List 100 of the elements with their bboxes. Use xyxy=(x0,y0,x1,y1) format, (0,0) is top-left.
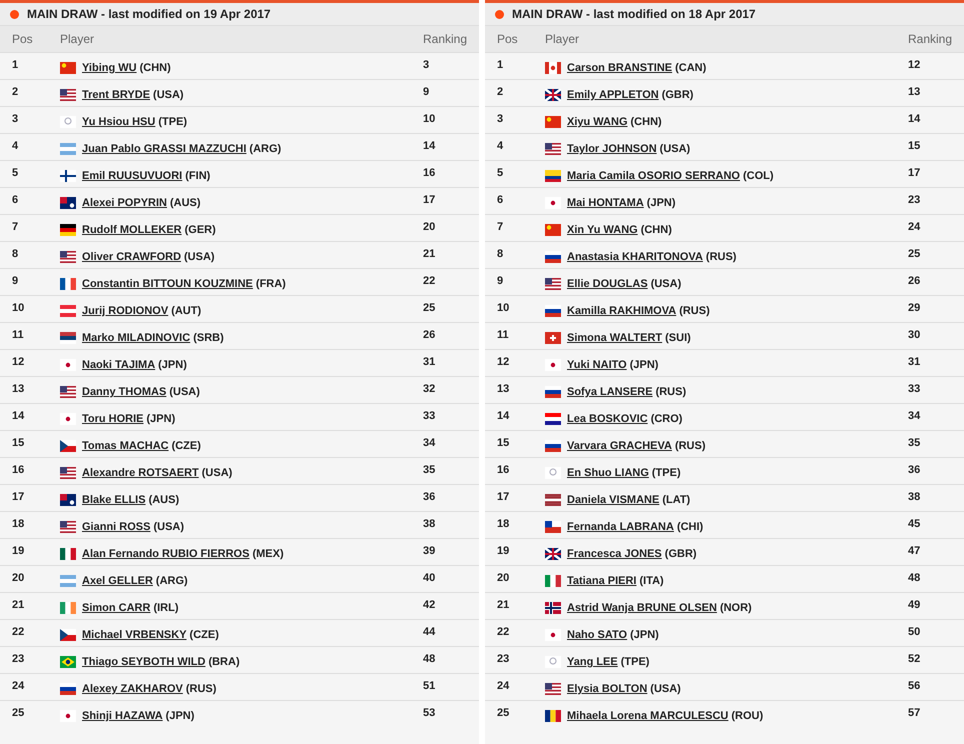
country-code: (JPN) xyxy=(166,710,194,722)
position-cell-text: 8 xyxy=(497,247,504,260)
panel-title: MAIN DRAW - last modified on 18 Apr 2017 xyxy=(512,7,756,21)
ranking-cell-text: 47 xyxy=(908,544,922,557)
player-link[interactable]: Emil RUUSUVUORI xyxy=(82,170,182,182)
player-link[interactable]: Sofya LANSERE xyxy=(567,386,653,398)
ranking-cell-text: 40 xyxy=(423,571,436,584)
country-code: (RUS) xyxy=(674,440,706,452)
ranking-cell-text: 38 xyxy=(908,490,922,503)
player-link[interactable]: Simona WALTERT xyxy=(567,332,662,344)
player-link[interactable]: Daniela VISMANE xyxy=(567,494,660,506)
ranking-cell-text: 14 xyxy=(908,112,922,125)
player-link[interactable]: Oliver CRAWFORD xyxy=(82,251,182,263)
player-link[interactable]: Alan Fernando RUBIO FIERROS xyxy=(82,548,250,560)
player-link[interactable]: Alexandre ROTSAERT xyxy=(82,467,199,479)
country-code: (TPE) xyxy=(620,656,650,668)
ranking-cell-text: 51 xyxy=(423,679,436,692)
ranking-cell-text: 50 xyxy=(908,625,922,638)
ranking-cell-text: 48 xyxy=(423,652,436,665)
player-link[interactable]: Tomas MACHAC xyxy=(82,440,169,452)
player-link[interactable]: Naoki TAJIMA xyxy=(82,359,156,371)
country-code: (FRA) xyxy=(256,278,286,290)
country-code: (GBR) xyxy=(662,89,694,101)
ranking-cell-text: 21 xyxy=(423,247,436,260)
ranking-cell-text: 33 xyxy=(908,382,922,395)
position-cell-text: 18 xyxy=(497,517,510,530)
player-link[interactable]: Yibing WU xyxy=(82,62,137,74)
ranking-cell-text: 16 xyxy=(423,166,436,179)
position-cell-text: 21 xyxy=(497,598,510,611)
position-cell-text: 14 xyxy=(12,409,26,422)
player-link[interactable]: Axel GELLER xyxy=(82,575,153,587)
player-link[interactable]: Carson BRANSTINE xyxy=(567,62,672,74)
ranking-cell-text: 10 xyxy=(423,112,436,125)
country-code: (AUS) xyxy=(170,197,201,209)
country-code: (TPE) xyxy=(652,467,681,479)
player-link[interactable]: Mai HONTAMA xyxy=(567,197,644,209)
player-link[interactable]: Alexei POPYRIN xyxy=(82,197,167,209)
player-link[interactable]: Varvara GRACHEVA xyxy=(567,440,672,452)
player-link[interactable]: Gianni ROSS xyxy=(82,521,150,533)
player-link[interactable]: Emily APPLETON xyxy=(567,89,659,101)
ranking-cell-text: 32 xyxy=(423,382,436,395)
position-cell-text: 10 xyxy=(12,301,26,314)
country-code: (RUS) xyxy=(679,305,710,317)
country-code: (CHN) xyxy=(630,116,662,128)
player-link[interactable]: Blake ELLIS xyxy=(82,494,146,506)
player-link[interactable]: Lea BOSKOVIC xyxy=(567,413,648,425)
player-link[interactable]: Astrid Wanja BRUNE OLSEN xyxy=(567,602,717,614)
player-link[interactable]: Xiyu WANG xyxy=(567,116,628,128)
player-link[interactable]: Shinji HAZAWA xyxy=(82,710,163,722)
player-link[interactable]: Trent BRYDE xyxy=(82,89,150,101)
ranking-cell-text: 49 xyxy=(908,598,922,611)
ranking-cell-text: 22 xyxy=(423,274,436,287)
position-cell-text: 13 xyxy=(12,382,26,395)
country-code: (USA) xyxy=(202,467,232,479)
player-link[interactable]: Juan Pablo GRASSI MAZZUCHI xyxy=(82,143,246,155)
position-cell-text: 17 xyxy=(12,490,26,503)
player-link[interactable]: Danny THOMAS xyxy=(82,386,166,398)
country-code: (CAN) xyxy=(675,62,706,74)
player-link[interactable]: Tatiana PIERI xyxy=(567,575,636,587)
player-link[interactable]: Maria Camila OSORIO SERRANO xyxy=(567,170,740,182)
position-cell-text: 4 xyxy=(12,139,20,152)
position-cell-text: 11 xyxy=(12,328,25,341)
position-cell-text: 2 xyxy=(12,85,20,98)
ranking-cell-text: 35 xyxy=(908,436,922,449)
column-header: Ranking xyxy=(423,32,468,46)
player-link[interactable]: Kamilla RAKHIMOVA xyxy=(567,305,676,317)
player-link[interactable]: Alexey ZAKHAROV xyxy=(82,683,183,695)
position-cell-text: 3 xyxy=(497,112,504,125)
player-link[interactable]: Rudolf MOLLEKER xyxy=(82,224,182,236)
player-link[interactable]: Naho SATO xyxy=(567,629,628,641)
country-code: (IRL) xyxy=(153,602,178,614)
ranking-cell-text: 34 xyxy=(423,436,436,449)
player-link[interactable]: Yang LEE xyxy=(567,656,618,668)
country-code: (USA) xyxy=(650,278,682,290)
player-link[interactable]: Xin Yu WANG xyxy=(567,224,638,236)
player-link[interactable]: Constantin BITTOUN KOUZMINE xyxy=(82,278,253,290)
player-link[interactable]: Taylor JOHNSON xyxy=(567,143,657,155)
player-link[interactable]: Simon CARR xyxy=(82,602,150,614)
player-link[interactable]: Michael VRBENSKY xyxy=(82,629,187,641)
player-link[interactable]: Ellie DOUGLAS xyxy=(567,278,648,290)
country-code: (GBR) xyxy=(664,548,697,560)
position-cell-text: 14 xyxy=(497,409,510,422)
ranking-cell-text: 39 xyxy=(423,544,436,557)
player-link[interactable]: Jurij RODIONOV xyxy=(82,305,168,317)
player-link[interactable]: Toru HORIE xyxy=(82,413,144,425)
ranking-cell-text: 52 xyxy=(908,652,922,665)
country-code: (CZE) xyxy=(190,629,219,641)
player-link[interactable]: Thiago SEYBOTH WILD xyxy=(82,656,206,668)
player-link[interactable]: Marko MILADINOVIC xyxy=(82,332,190,344)
player-link[interactable]: Yuki NAITO xyxy=(567,359,627,371)
player-link[interactable]: Francesca JONES xyxy=(567,548,662,560)
player-link[interactable]: Fernanda LABRANA xyxy=(567,521,674,533)
player-link[interactable]: Anastasia KHARITONOVA xyxy=(567,251,703,263)
column-header: Player xyxy=(60,32,96,46)
player-link[interactable]: En Shuo LIANG xyxy=(567,467,649,479)
country-code: (SUI) xyxy=(665,332,691,344)
player-link[interactable]: Yu Hsiou HSU xyxy=(82,116,156,128)
player-link[interactable]: Elysia BOLTON xyxy=(567,683,648,695)
column-header: Ranking xyxy=(908,32,954,46)
player-link[interactable]: Mihaela Lorena MARCULESCU xyxy=(567,710,728,722)
